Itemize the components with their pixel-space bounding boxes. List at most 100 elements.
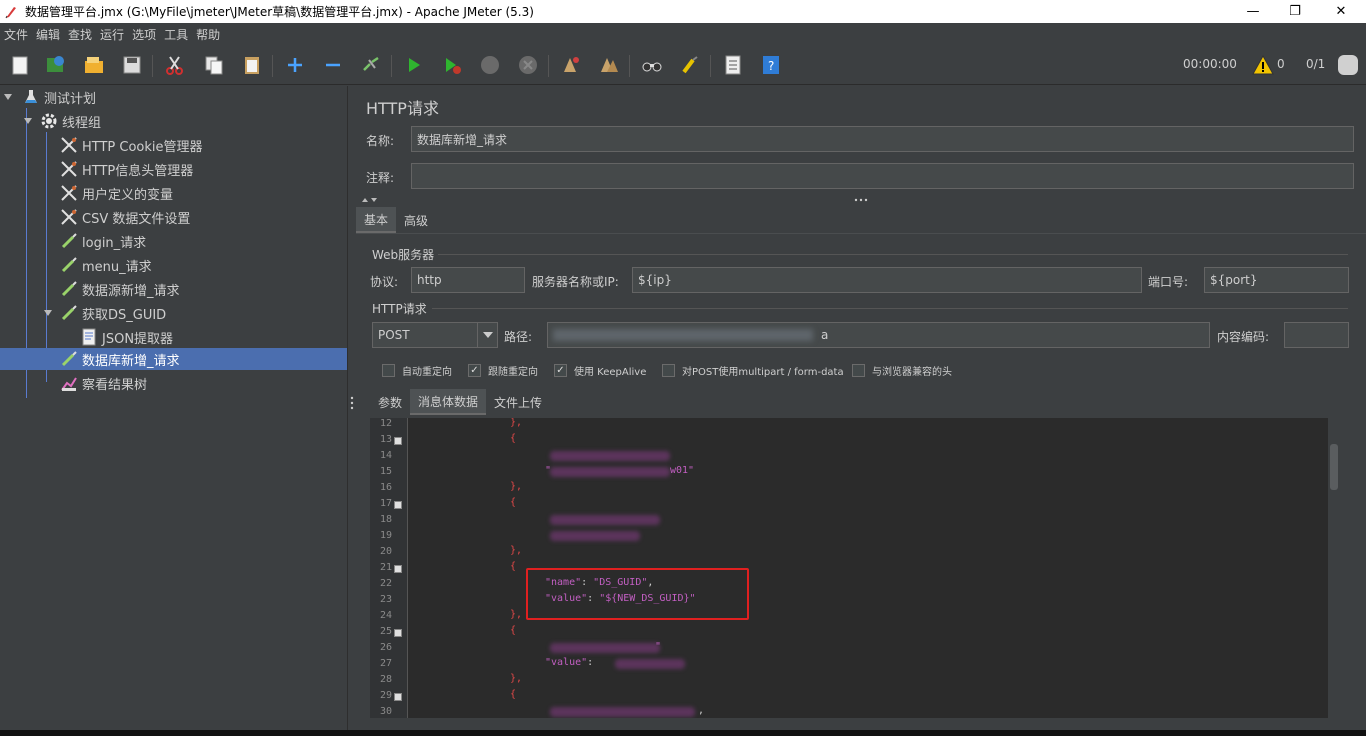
fold-toggle-icon[interactable] xyxy=(394,629,402,637)
tree-item-thread-group[interactable]: 线程组 xyxy=(40,110,101,132)
multipart-checkbox[interactable]: 对POST使用multipart / form-data xyxy=(662,363,844,378)
name-label: 名称: xyxy=(366,134,395,148)
title-bar: 数据管理平台.jmx (G:\MyFile\jmeter\JMeter草稿\数据… xyxy=(0,0,1366,23)
tree-item-csv-config[interactable]: CSV 数据文件设置 xyxy=(60,206,190,228)
checkbox-box[interactable] xyxy=(852,364,865,377)
menu-help[interactable]: 帮助 xyxy=(192,26,224,43)
fold-toggle-icon[interactable] xyxy=(394,693,402,701)
collapse-arrow-icon[interactable] xyxy=(24,118,32,124)
menu-run[interactable]: 运行 xyxy=(96,26,128,43)
port-label: 端口号: xyxy=(1148,275,1189,289)
checkbox-box[interactable] xyxy=(662,364,675,377)
line-number: 14 xyxy=(379,450,392,461)
collapse-all-icon[interactable] xyxy=(321,53,345,77)
tree-item-label: HTTP Cookie管理器 xyxy=(82,139,203,155)
encoding-input[interactable] xyxy=(1284,322,1349,348)
clear-icon[interactable] xyxy=(559,53,583,77)
editor-scrollbar[interactable] xyxy=(1328,418,1342,718)
tree-item-test-plan[interactable]: 测试计划 xyxy=(22,86,96,108)
checkbox-box[interactable] xyxy=(382,364,395,377)
minimize-button[interactable]: — xyxy=(1230,0,1276,23)
cut-icon[interactable] xyxy=(163,53,187,77)
menu-search[interactable]: 查找 xyxy=(64,26,96,43)
window-title: 数据管理平台.jmx (G:\MyFile\jmeter\JMeter草稿\数据… xyxy=(25,5,534,19)
tree-item-label: CSV 数据文件设置 xyxy=(82,211,191,227)
function-helper-icon[interactable] xyxy=(721,53,745,77)
tree-item-header-manager[interactable]: HTTP信息头管理器 xyxy=(60,158,193,180)
fold-toggle-icon[interactable] xyxy=(394,565,402,573)
start-icon[interactable] xyxy=(402,53,426,77)
line-number: 23 xyxy=(379,594,392,605)
toggle-icon[interactable] xyxy=(359,53,383,77)
menu-file[interactable]: 文件 xyxy=(0,26,32,43)
paste-icon[interactable] xyxy=(240,53,264,77)
collapse-arrow-icon[interactable] xyxy=(4,94,12,100)
templates-icon[interactable] xyxy=(44,53,68,77)
line-number: 28 xyxy=(379,674,392,685)
help-icon[interactable]: ? xyxy=(759,53,783,77)
shutdown-icon[interactable] xyxy=(516,53,540,77)
tab-basic[interactable]: 基本 xyxy=(356,207,397,233)
method-select[interactable]: POST xyxy=(372,322,498,348)
code-brace: }, xyxy=(510,609,523,620)
expand-all-icon[interactable] xyxy=(283,53,307,77)
save-icon[interactable] xyxy=(120,53,144,77)
search-binoculars-icon[interactable] xyxy=(640,53,664,77)
restore-button[interactable]: ❐ xyxy=(1272,0,1318,23)
tab-file-upload[interactable]: 文件上传 xyxy=(486,389,550,415)
stop-icon[interactable] xyxy=(478,53,502,77)
tree-item-datasource-add-request[interactable]: 数据源新增_请求 xyxy=(60,278,180,300)
body-data-editor[interactable]: 12 13 14 15 16 17 18 19 20 21 22 23 24 2… xyxy=(370,418,1342,718)
tree-item-cookie-manager[interactable]: HTTP Cookie管理器 xyxy=(60,134,203,156)
scrollbar-thumb[interactable] xyxy=(1330,444,1338,490)
pipette-icon xyxy=(60,350,78,368)
fold-toggle-icon[interactable] xyxy=(394,501,402,509)
auto-redirect-checkbox[interactable]: 自动重定向 xyxy=(382,363,452,378)
tab-advanced[interactable]: 高级 xyxy=(396,207,436,233)
copy-icon[interactable] xyxy=(202,53,226,77)
comment-input[interactable] xyxy=(411,163,1354,189)
tree-item-database-add-request[interactable]: 数据库新增_请求 xyxy=(0,348,347,370)
port-input[interactable]: ${port} xyxy=(1204,267,1349,293)
open-icon[interactable] xyxy=(82,53,106,77)
menu-options[interactable]: 选项 xyxy=(128,26,160,43)
close-button[interactable]: ✕ xyxy=(1318,0,1364,23)
follow-redirects-checkbox[interactable]: ✓ 跟随重定向 xyxy=(468,363,538,378)
tree-item-json-extractor[interactable]: JSON提取器 xyxy=(80,326,173,348)
tree-item-label: 线程组 xyxy=(62,115,102,131)
line-number: 15 xyxy=(379,466,392,477)
fold-toggle-icon[interactable] xyxy=(394,437,402,445)
keepalive-checkbox[interactable]: ✓ 使用 KeepAlive xyxy=(554,363,646,378)
menu-edit[interactable]: 编辑 xyxy=(32,26,64,43)
server-label: 服务器名称或IP: xyxy=(532,275,619,289)
chevron-down-icon[interactable] xyxy=(477,323,497,347)
warning-icon[interactable] xyxy=(1251,53,1275,77)
tree-item-get-ds-guid[interactable]: 获取DS_GUID xyxy=(60,302,166,324)
tree-item-login-request[interactable]: login_请求 xyxy=(60,230,146,252)
toolbar: ? 00:00:00 0 0/1 xyxy=(0,45,1366,85)
collapse-arrow-icon[interactable] xyxy=(44,310,52,316)
clear-all-icon[interactable] xyxy=(597,53,621,77)
tree-item-results-tree[interactable]: 察看结果树 xyxy=(60,372,147,394)
path-input[interactable]: a xyxy=(547,322,1210,348)
tree-item-user-variables[interactable]: 用户定义的变量 xyxy=(60,182,173,204)
checkbox-box[interactable]: ✓ xyxy=(554,364,567,377)
checkbox-box[interactable]: ✓ xyxy=(468,364,481,377)
name-input[interactable]: 数据库新增_请求 xyxy=(411,126,1354,152)
tree-item-menu-request[interactable]: menu_请求 xyxy=(60,254,152,276)
code-brace: }, xyxy=(510,673,523,684)
divider-grip-icon[interactable] xyxy=(853,197,869,203)
menu-tools[interactable]: 工具 xyxy=(160,26,192,43)
server-input[interactable]: ${ip} xyxy=(632,267,1142,293)
config-tabs: 基本 高级 xyxy=(356,207,436,233)
split-arrows-icon[interactable] xyxy=(360,196,380,204)
protocol-input[interactable]: http xyxy=(411,267,525,293)
browser-headers-checkbox[interactable]: 与浏览器兼容的头 xyxy=(852,363,952,378)
tab-body-data[interactable]: 消息体数据 xyxy=(410,389,487,415)
panel-splitter[interactable] xyxy=(347,86,356,736)
start-no-pauses-icon[interactable] xyxy=(440,53,464,77)
menu-bar: 文件 编辑 查找 运行 选项 工具 帮助 xyxy=(0,23,1366,45)
new-icon[interactable] xyxy=(8,53,32,77)
tab-parameters[interactable]: 参数 xyxy=(370,389,410,415)
reset-search-icon[interactable] xyxy=(678,53,702,77)
